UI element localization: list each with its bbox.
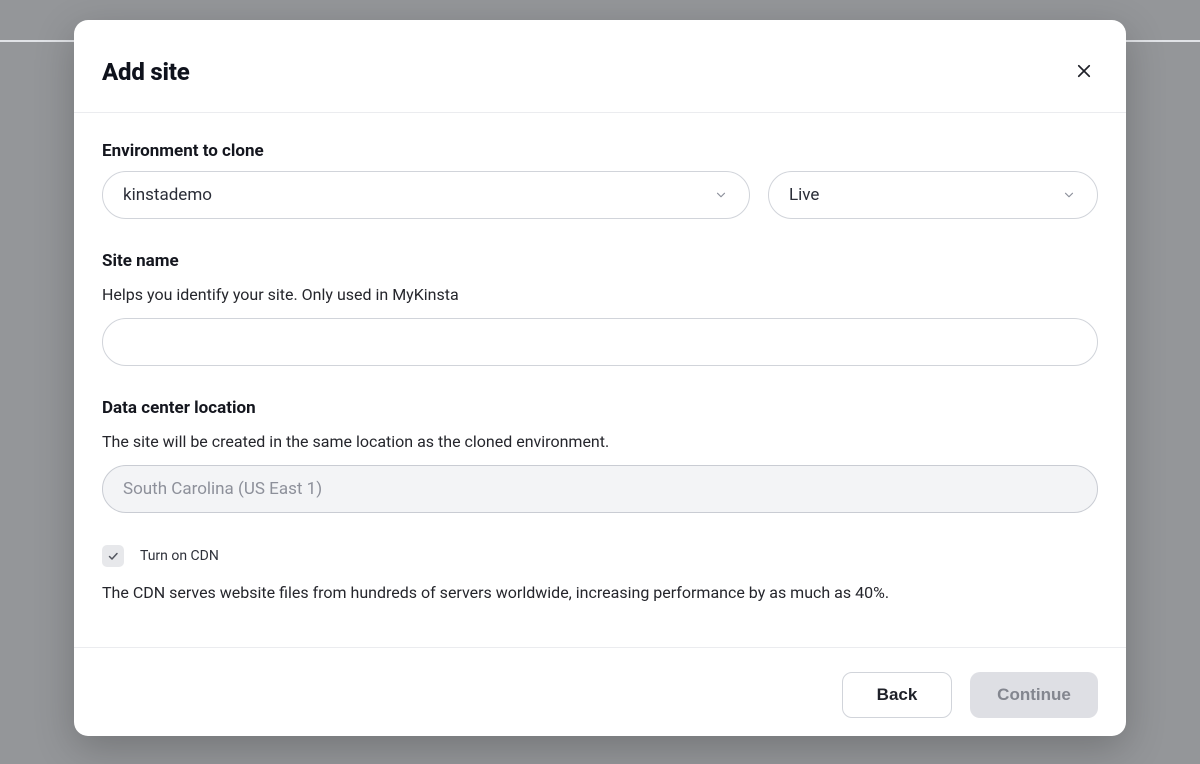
- cdn-label: Turn on CDN: [140, 548, 219, 564]
- data-center-section: Data center location The site will be cr…: [102, 398, 1098, 513]
- modal-body: Environment to clone kinstademo Live: [74, 113, 1126, 647]
- cdn-section: Turn on CDN The CDN serves website files…: [102, 545, 1098, 606]
- dcl-label: Data center location: [102, 398, 1098, 418]
- continue-button-label: Continue: [997, 685, 1071, 705]
- close-button[interactable]: [1070, 58, 1098, 86]
- environment-select[interactable]: Live: [768, 171, 1098, 219]
- env-label: Environment to clone: [102, 141, 1098, 161]
- cdn-checkbox[interactable]: [102, 545, 124, 567]
- site-name-helper: Helps you identify your site. Only used …: [102, 281, 1098, 308]
- site-name-input[interactable]: [102, 318, 1098, 366]
- check-icon: [107, 547, 119, 566]
- back-button[interactable]: Back: [842, 672, 952, 718]
- site-name-label: Site name: [102, 251, 1098, 271]
- site-name-section: Site name Helps you identify your site. …: [102, 251, 1098, 366]
- site-select-value: kinstademo: [123, 185, 212, 205]
- cdn-toggle-row: Turn on CDN: [102, 545, 1098, 567]
- back-button-label: Back: [877, 685, 918, 705]
- add-site-modal: Add site Environment to clone kinstademo: [74, 20, 1126, 736]
- dcl-readonly-value: South Carolina (US East 1): [102, 465, 1098, 513]
- site-select[interactable]: kinstademo: [102, 171, 750, 219]
- environment-select-value: Live: [789, 185, 819, 205]
- modal-footer: Back Continue: [74, 647, 1126, 736]
- chevron-down-icon: [1061, 187, 1077, 203]
- chevron-down-icon: [713, 187, 729, 203]
- modal-title: Add site: [102, 58, 190, 86]
- modal-header: Add site: [74, 20, 1126, 113]
- close-icon: [1075, 62, 1093, 83]
- continue-button[interactable]: Continue: [970, 672, 1098, 718]
- cdn-description: The CDN serves website files from hundre…: [102, 579, 1098, 606]
- environment-section: Environment to clone kinstademo Live: [102, 141, 1098, 219]
- env-row: kinstademo Live: [102, 171, 1098, 219]
- dcl-helper: The site will be created in the same loc…: [102, 428, 1098, 455]
